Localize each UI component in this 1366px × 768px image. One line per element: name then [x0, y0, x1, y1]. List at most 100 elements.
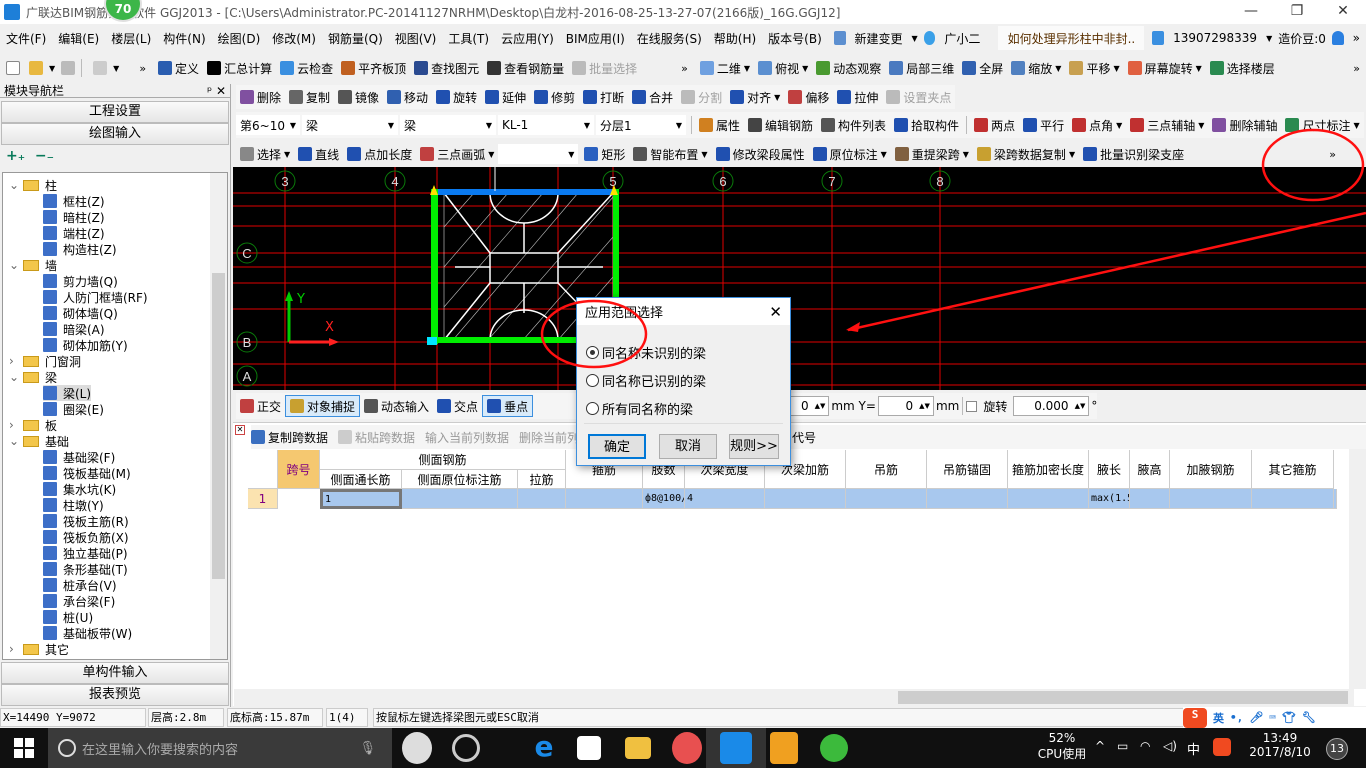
table-cell[interactable]: 4	[685, 489, 765, 509]
tree-scrollbar[interactable]	[210, 173, 227, 659]
toolbar-button-toolbar2-9[interactable]: 分割	[677, 86, 726, 108]
tree-folder[interactable]: › 其它	[9, 641, 69, 657]
horizontal-scrollbar[interactable]	[234, 689, 1354, 706]
toolbar-button-toolbar2-0[interactable]: 删除	[236, 86, 285, 108]
chevron-down-icon[interactable]: ▼	[744, 64, 750, 73]
toolbar-button-toolbar3-aux-4[interactable]: 删除辅轴	[1208, 114, 1281, 136]
keyboard-icon[interactable]: ⌨︎	[1269, 711, 1276, 724]
toolbar-button-snapbar-items-1[interactable]: 对象捕捉	[285, 395, 361, 417]
tray-language[interactable]: 中	[1187, 739, 1200, 758]
browser-icon[interactable]	[820, 734, 848, 762]
tree-item[interactable]: 砌体加筋(Y)	[43, 337, 128, 353]
toolbar-button-toolbar1-right-4[interactable]: 全屏	[958, 57, 1007, 79]
tree-item[interactable]: 筏板负筋(X)	[43, 529, 129, 545]
ime-language[interactable]: 英	[1213, 710, 1224, 726]
toolbar-button-toolbar2-2[interactable]: 镜像	[334, 86, 383, 108]
y-input[interactable]: 0	[906, 399, 914, 413]
tree-item[interactable]: 筏板主筋(R)	[43, 513, 129, 529]
restore-button[interactable]: ❐	[1274, 0, 1320, 24]
toolbar-button-toolbar4-items2-6[interactable]: 批量识别梁支座	[1079, 143, 1188, 165]
tree-folder[interactable]: ⌄ 柱	[9, 177, 57, 193]
toolbar-button-toolbar1-left-2[interactable]: 云检查	[276, 57, 337, 79]
chevron-down-icon[interactable]: ▼	[701, 150, 707, 159]
minimize-button[interactable]: —	[1228, 0, 1274, 24]
skin-icon[interactable]: 👕︎	[1282, 711, 1296, 724]
chevron-down-icon[interactable]: ▼	[802, 64, 808, 73]
new-change-menu[interactable]: 新建变更	[849, 30, 909, 47]
chevron-icon[interactable]: ⌄	[9, 258, 23, 272]
menu-item-1[interactable]: 编辑(E)	[52, 30, 105, 47]
dialog-close-button[interactable]: ✕	[769, 303, 782, 321]
table-cell[interactable]: 1	[320, 489, 402, 509]
component-select-2[interactable]: 梁 ▼	[400, 115, 496, 135]
toolbar-button-toolbar3-items-2[interactable]: 构件列表	[817, 114, 890, 136]
expand-all-icon[interactable]: +₊	[6, 148, 25, 164]
toolbar-button-toolbar2-13[interactable]: 设置夹点	[882, 86, 955, 108]
toolbar-button-toolbar2-3[interactable]: 移动	[383, 86, 432, 108]
chevron-down-icon[interactable]: ▼	[1069, 150, 1075, 159]
menu-item-10[interactable]: BIM应用(I)	[560, 30, 631, 47]
toolbar-button-toolbar4-items2-5[interactable]: 梁跨数据复制 ▼	[973, 143, 1079, 165]
chevron-down-icon[interactable]: ▼	[1353, 121, 1359, 130]
close-button[interactable]: ✕	[1320, 0, 1366, 24]
toolbar-button-toolbar3-aux-5[interactable]: 尺寸标注 ▼	[1281, 114, 1363, 136]
tree-item[interactable]: 梁(L)	[43, 385, 92, 401]
toolbar-button-toolbar2-1[interactable]: 复制	[285, 86, 334, 108]
tree-item[interactable]: 基础梁(F)	[43, 449, 115, 465]
toolbar-button-toolbar4-items-1[interactable]: 直线	[294, 143, 343, 165]
pinwheel-app-icon[interactable]	[402, 732, 432, 764]
x-input[interactable]: 0	[801, 399, 809, 413]
toolbar-button-snapbar-items-2[interactable]: 动态输入	[360, 395, 433, 417]
toolbar-button-toolbar2-10[interactable]: 对齐 ▼	[726, 86, 784, 108]
menu-item-6[interactable]: 钢筋量(Q)	[322, 30, 389, 47]
chevron-down-icon[interactable]: ▼	[1196, 64, 1202, 73]
single-input-button[interactable]: 单构件输入	[1, 662, 229, 684]
chevron-icon[interactable]: ›	[9, 354, 23, 368]
tree-folder[interactable]: › 板	[9, 417, 57, 433]
tree-item[interactable]: 框柱(Z)	[43, 193, 105, 209]
table-cell[interactable]	[518, 489, 566, 509]
menu-item-0[interactable]: 文件(F)	[0, 30, 52, 47]
table-cell[interactable]	[1170, 489, 1252, 509]
notepad-app-icon[interactable]	[770, 732, 798, 764]
toolbar-button-snapbar-items-3[interactable]: 交点	[433, 395, 482, 417]
wrench-icon[interactable]: 🔧︎	[1302, 711, 1316, 724]
table-cell[interactable]	[765, 489, 846, 509]
toolbar-button-toolbar4-items2-4[interactable]: 重提梁跨 ▼	[891, 143, 973, 165]
tree-item[interactable]: 桩(U)	[43, 609, 93, 625]
report-preview-button[interactable]: 报表预览	[1, 684, 229, 706]
table-cell[interactable]	[1008, 489, 1089, 509]
tree-item[interactable]: 剪力墙(Q)	[43, 273, 118, 289]
scope-option-1[interactable]: 同名称已识别的梁	[586, 371, 706, 390]
toolbar-button-snapbar-items-4[interactable]: 垂点	[482, 395, 534, 417]
open-folder-icon[interactable]	[29, 61, 43, 75]
notification-center[interactable]: 13	[1326, 738, 1348, 760]
input-column-button[interactable]: 输入当前列数据	[425, 429, 509, 446]
chevron-down-icon[interactable]: ▼	[1113, 64, 1119, 73]
menu-item-7[interactable]: 视图(V)	[389, 30, 443, 47]
menu-item-3[interactable]: 构件(N)	[157, 30, 211, 47]
nav-close-icon[interactable]: ✕	[216, 84, 226, 98]
table-cell[interactable]	[846, 489, 927, 509]
menu-item-13[interactable]: 版本号(B)	[762, 30, 828, 47]
rotate-input[interactable]: 0.000	[1034, 399, 1068, 413]
toolbar-button-toolbar4-items2-3[interactable]: 原位标注 ▼	[809, 143, 891, 165]
toolbar-button-toolbar2-11[interactable]: 偏移	[784, 86, 833, 108]
component-select-4[interactable]: 分层1 ▼	[596, 115, 686, 135]
menu-more[interactable]: »	[1347, 31, 1366, 45]
table-cell[interactable]	[402, 489, 518, 509]
toolbar-button-toolbar1-right-7[interactable]: 屏幕旋转 ▼	[1124, 57, 1206, 79]
toolbar-button-toolbar1-right-6[interactable]: 平移 ▼	[1065, 57, 1123, 79]
tree-folder[interactable]: ⌄ 基础	[9, 433, 69, 449]
arc-mode-select[interactable]: ▼	[498, 144, 579, 164]
rotate-checkbox[interactable]	[966, 400, 978, 412]
tree-item[interactable]: 暗柱(Z)	[43, 209, 105, 225]
chevron-icon[interactable]: ›	[9, 418, 23, 432]
store-icon[interactable]	[577, 736, 601, 760]
toolbar-button-toolbar2-6[interactable]: 修剪	[530, 86, 579, 108]
menu-item-5[interactable]: 修改(M)	[266, 30, 322, 47]
volume-icon[interactable]: ◁)	[1163, 739, 1177, 753]
toolbar-button-toolbar1-right-8[interactable]: 选择楼层	[1206, 57, 1279, 79]
chevron-icon[interactable]: ⌄	[9, 370, 23, 384]
table-cell[interactable]: ф8@100/20	[643, 489, 685, 509]
